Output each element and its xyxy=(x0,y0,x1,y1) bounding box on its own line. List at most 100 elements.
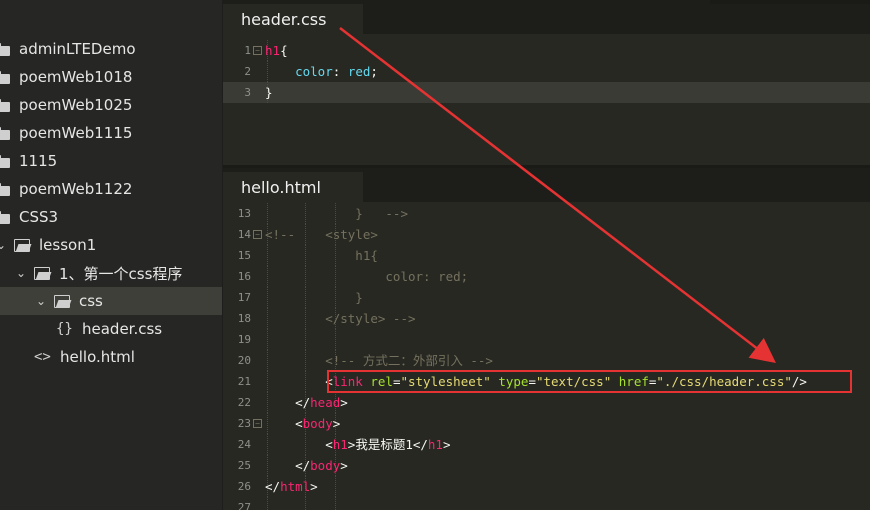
tab-hello-html[interactable]: hello.html xyxy=(223,172,363,202)
code-token: </ xyxy=(265,395,311,410)
code-line[interactable]: 1− h1{ xyxy=(223,40,870,61)
line-number: 24 xyxy=(237,438,251,451)
sidebar-item-label: header.css xyxy=(82,320,163,338)
code-token: h1 xyxy=(427,437,443,452)
code-token: color xyxy=(295,64,333,79)
sidebar-item-poemweb1018[interactable]: poemWeb1018 xyxy=(0,63,222,91)
line-number: 20 xyxy=(237,354,251,367)
code-line[interactable]: 19 xyxy=(223,329,870,350)
code-text: <body> xyxy=(265,413,340,434)
line-number: 1 xyxy=(244,44,251,57)
sidebar-item-poemweb1115[interactable]: poemWeb1115 xyxy=(0,119,222,147)
sidebar-item-css[interactable]: ⌄ css xyxy=(0,287,222,315)
sidebar-item-adminltedemo[interactable]: adminLTEDemo xyxy=(0,35,222,63)
code-line[interactable]: 2 color: red; xyxy=(223,61,870,82)
project-sidebar: adminLTEDemo poemWeb1018 poemWeb1025 poemWe… xyxy=(0,0,223,510)
annotation-highlight-box xyxy=(327,370,852,393)
css-file-icon: {} xyxy=(56,321,73,337)
sidebar-item-label: adminLTEDemo xyxy=(19,40,136,58)
indent-guide xyxy=(335,329,336,350)
code-token: body xyxy=(310,458,341,473)
sidebar-item-label: 1、第一个css程序 xyxy=(59,264,183,283)
code-token: head xyxy=(310,395,341,410)
code-text: h1{ xyxy=(265,40,288,61)
code-line[interactable]: 27 xyxy=(223,497,870,510)
editor-pane-header-css[interactable]: header.css 1− h1{2 color: red; 3} xyxy=(223,0,870,165)
code-token: < xyxy=(265,437,333,452)
chevron-down-icon[interactable]: ⌄ xyxy=(34,294,48,308)
folder-icon xyxy=(0,42,12,56)
code-token: red xyxy=(347,64,371,79)
code-line[interactable]: 26 </html> xyxy=(223,476,870,497)
chevron-down-icon[interactable]: ⌄ xyxy=(0,238,8,252)
sidebar-item-poemweb1122[interactable]: poemWeb1122 xyxy=(0,175,222,203)
code-text: } xyxy=(265,287,363,308)
line-number: 18 xyxy=(237,312,251,325)
sidebar-item-header-css[interactable]: {} header.css xyxy=(0,315,222,343)
code-token: { xyxy=(280,43,288,58)
code-line[interactable]: 23− <body> xyxy=(223,413,870,434)
code-token: ; xyxy=(370,64,378,79)
code-line[interactable]: 13 } --> xyxy=(223,203,870,224)
fold-toggle-icon[interactable]: − xyxy=(253,46,262,55)
code-line[interactable]: 17 } xyxy=(223,287,870,308)
code-token: color: red; xyxy=(265,269,469,284)
sidebar-item-1115[interactable]: 1115 xyxy=(0,147,222,175)
line-number: 14 xyxy=(237,228,251,241)
folder-icon xyxy=(0,126,12,140)
sidebar-item-poemweb1025[interactable]: poemWeb1025 xyxy=(0,91,222,119)
code-token: <!-- <style> xyxy=(265,227,378,242)
sidebar-item-css3[interactable]: CSS3 xyxy=(0,203,222,231)
line-number: 16 xyxy=(237,270,251,283)
line-number: 3 xyxy=(244,86,251,99)
html-file-icon: <> xyxy=(34,349,51,365)
code-line[interactable]: 25 </body> xyxy=(223,455,870,476)
sidebar-item-label: css xyxy=(79,292,103,310)
indent-guide xyxy=(305,497,306,510)
line-number: 15 xyxy=(237,249,251,262)
code-token: } --> xyxy=(265,206,408,221)
line-number: 17 xyxy=(237,291,251,304)
code-line[interactable]: 14− <!-- <style> xyxy=(223,224,870,245)
code-token: } xyxy=(265,85,273,100)
fold-toggle-icon[interactable]: − xyxy=(253,230,262,239)
chevron-down-icon[interactable]: ⌄ xyxy=(14,266,28,280)
indent-guide xyxy=(335,497,336,510)
folder-icon xyxy=(0,182,12,196)
tab-header-css[interactable]: header.css xyxy=(223,4,363,34)
code-token: > xyxy=(442,437,451,452)
code-token: < xyxy=(265,416,303,431)
code-token: > xyxy=(340,395,348,410)
indent-guide xyxy=(305,329,306,350)
code-token: body xyxy=(302,416,333,431)
sidebar-item-lesson1[interactable]: ⌄ lesson1 xyxy=(0,231,222,259)
code-text: <h1>我是标题1</h1> xyxy=(265,434,451,455)
folder-icon xyxy=(0,98,12,112)
code-text: color: red; xyxy=(265,266,468,287)
tab-label: header.css xyxy=(241,9,327,29)
code-text: } --> xyxy=(265,203,408,224)
code-line[interactable]: 15 h1{ xyxy=(223,245,870,266)
code-line[interactable]: 3} xyxy=(223,82,870,103)
code-token: </style> --> xyxy=(265,311,416,326)
code-line[interactable]: 20 <!-- 方式二：外部引入 --> xyxy=(223,350,870,371)
sidebar-item-label: 1115 xyxy=(19,152,58,170)
code-line[interactable]: 18 </style> --> xyxy=(223,308,870,329)
sidebar-item-1-css[interactable]: ⌄ 1、第一个css程序 xyxy=(0,259,222,287)
code-token: } xyxy=(265,290,363,305)
tab-strip: hello.html xyxy=(223,168,870,202)
code-line[interactable]: 22 </head> xyxy=(223,392,870,413)
code-token: >我是标题1</ xyxy=(347,437,428,452)
sidebar-item-label: lesson1 xyxy=(39,236,97,254)
editor-pane-hello-html[interactable]: hello.html 13 } --> 14− <!-- <style> 15 h1{… xyxy=(223,168,870,510)
top-strip xyxy=(710,0,870,4)
code-text: </body> xyxy=(265,455,348,476)
fold-toggle-icon[interactable]: − xyxy=(253,419,262,428)
code-token: html xyxy=(280,479,311,494)
sidebar-item-hello-html[interactable]: <> hello.html xyxy=(0,343,222,371)
line-number: 23 xyxy=(237,417,251,430)
code-line[interactable]: 16 color: red; xyxy=(223,266,870,287)
code-line[interactable]: 24 <h1>我是标题1</h1> xyxy=(223,434,870,455)
code-token: h1 xyxy=(332,437,348,452)
sidebar-item-label: poemWeb1025 xyxy=(19,96,133,114)
